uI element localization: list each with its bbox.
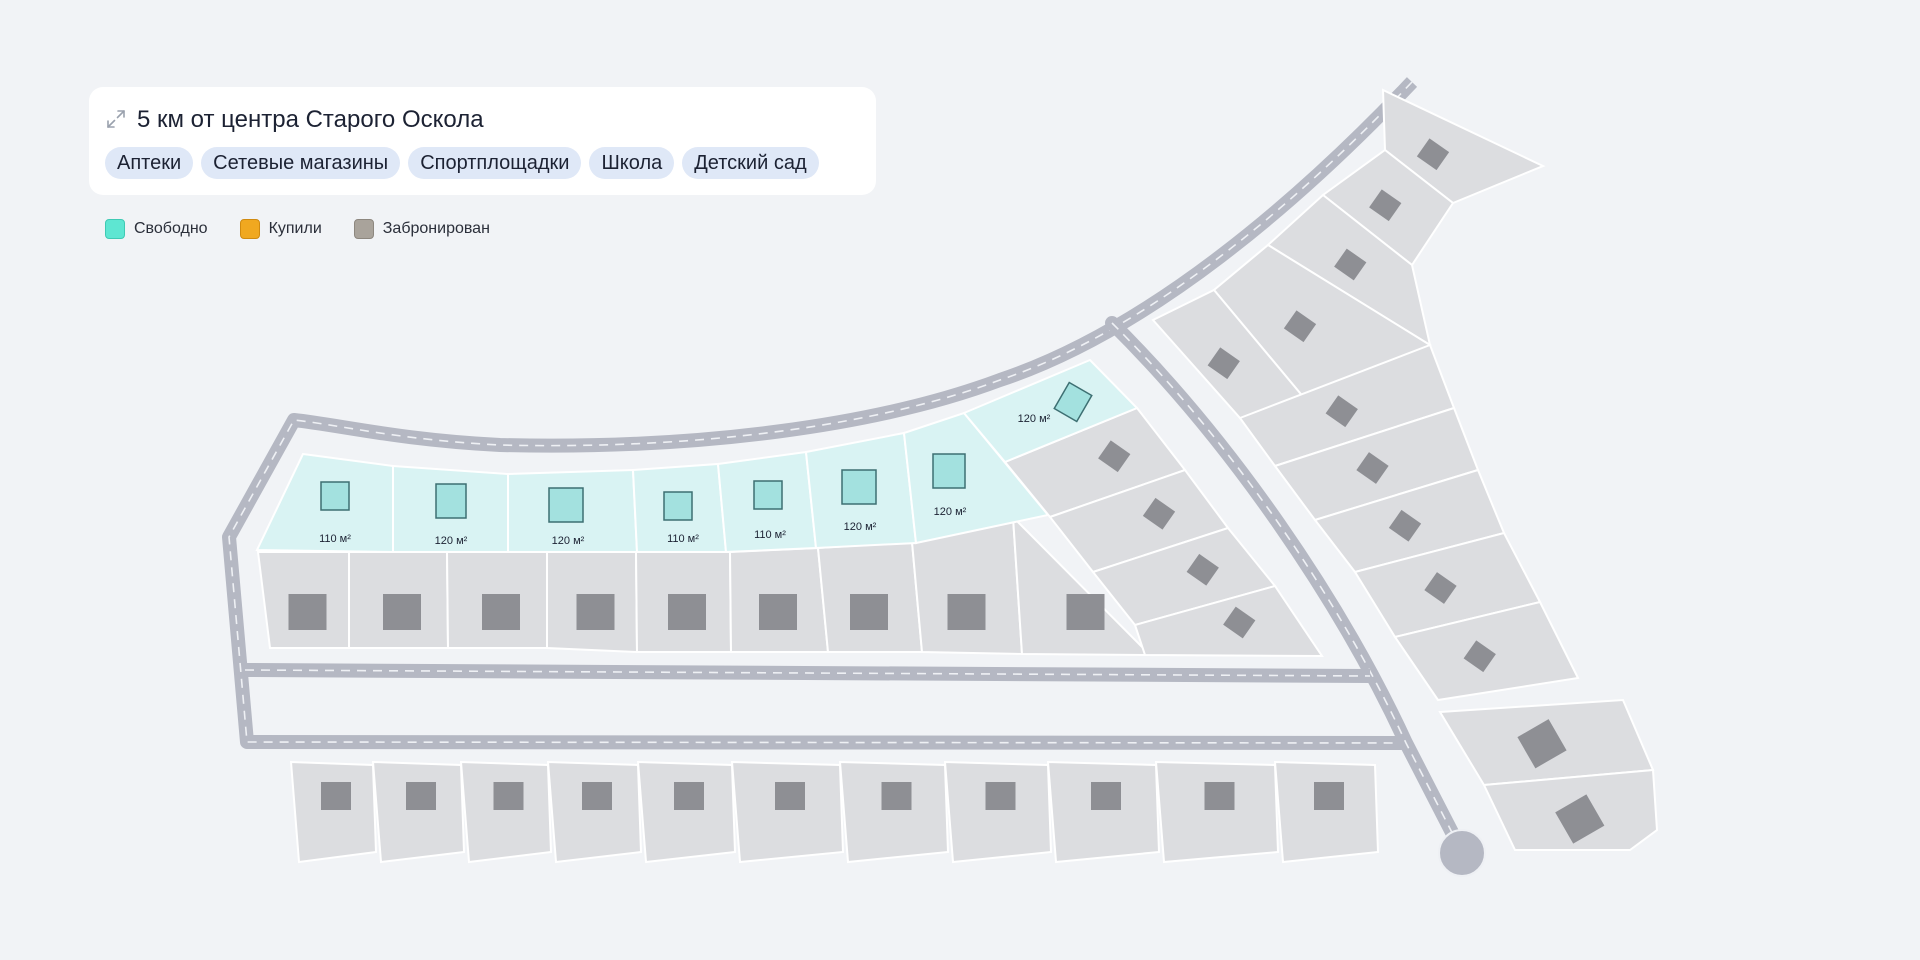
location-title: 5 км от центра Старого Оскола <box>137 106 484 133</box>
house-footprint <box>850 594 888 630</box>
plot[interactable] <box>636 760 737 864</box>
house-footprint <box>1204 782 1235 810</box>
house-footprint <box>947 594 986 630</box>
house-footprint <box>753 480 783 510</box>
plot[interactable] <box>730 760 845 864</box>
house-footprint <box>1314 782 1344 810</box>
plot-area-label: 110 м² <box>667 533 699 545</box>
plot-area-label: 120 м² <box>934 506 967 518</box>
amenity-tag-kindergarten[interactable]: Детский сад <box>682 147 819 179</box>
legend-swatch-free <box>105 219 125 239</box>
amenity-tag-pharmacies[interactable]: Аптеки <box>105 147 194 179</box>
house-footprint <box>406 782 436 810</box>
house-footprint <box>932 453 966 489</box>
plot-area-label: 120 м² <box>1018 413 1051 425</box>
legend-label-reserved: Забронирован <box>382 220 490 237</box>
road-roundabout <box>1438 829 1486 877</box>
house-footprint <box>841 469 877 505</box>
house-footprint <box>576 594 615 630</box>
house-footprint <box>775 782 805 810</box>
legend-item-reserved: Забронирован <box>353 219 490 239</box>
house-footprint <box>582 782 612 810</box>
plot[interactable] <box>943 760 1053 864</box>
amenity-tag-sports-grounds[interactable]: Спортплощадки <box>408 147 582 179</box>
plots-available <box>255 358 1139 554</box>
house-footprint <box>383 594 421 630</box>
plot[interactable] <box>1154 760 1280 864</box>
legend-label-bought: Купили <box>268 220 322 237</box>
house-footprint <box>482 594 520 630</box>
house-footprint <box>435 483 467 519</box>
house-footprint <box>985 782 1016 810</box>
legend-swatch-bought <box>239 219 260 239</box>
plot[interactable] <box>838 760 950 864</box>
amenity-tags: Аптеки Сетевые магазины Спортплощадки Шк… <box>105 147 819 179</box>
house-footprint <box>493 782 524 810</box>
plot-area-label: 120 м² <box>844 521 877 533</box>
house-footprint <box>1066 594 1105 630</box>
status-legend: Свободно Купили Забронирован <box>105 219 522 239</box>
house-footprint <box>321 782 351 810</box>
amenity-tag-chain-stores[interactable]: Сетевые магазины <box>201 147 401 179</box>
house-footprint <box>288 594 327 630</box>
house-footprint <box>881 782 912 810</box>
plot[interactable] <box>1273 760 1380 864</box>
plot[interactable] <box>1046 760 1161 864</box>
plot[interactable] <box>289 760 378 864</box>
house-footprint <box>548 487 584 523</box>
expand-icon[interactable] <box>105 108 127 130</box>
plot[interactable] <box>546 760 643 864</box>
legend-item-free: Свободно <box>105 219 208 239</box>
plot-area-label: 110 м² <box>754 529 786 541</box>
legend-swatch-reserved <box>353 219 374 239</box>
plot-area-label: 120 м² <box>435 535 468 547</box>
house-footprint <box>663 491 693 521</box>
amenity-tag-school[interactable]: Школа <box>589 147 675 179</box>
location-info-card: 5 км от центра Старого Оскола Аптеки Сет… <box>89 87 876 195</box>
house-footprint <box>1091 782 1121 810</box>
house-footprint <box>759 594 797 630</box>
house-footprint <box>320 481 350 511</box>
house-footprint <box>668 594 706 630</box>
plot-area-label: 110 м² <box>319 533 351 545</box>
plot-area-label: 120 м² <box>552 535 585 547</box>
legend-item-bought: Купили <box>239 219 322 239</box>
house-footprint <box>674 782 704 810</box>
plot[interactable] <box>371 760 466 864</box>
plot[interactable] <box>459 760 553 864</box>
legend-label-free: Свободно <box>134 220 208 237</box>
